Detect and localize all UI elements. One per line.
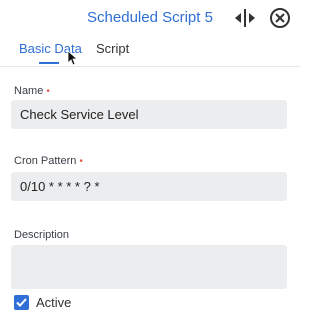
resize-horizontal-icon — [235, 9, 255, 27]
cron-required-mark: • — [79, 156, 83, 167]
name-label: Name • — [14, 85, 50, 97]
panel-header: Scheduled Script 5 — [0, 0, 300, 36]
active-checkbox[interactable] — [14, 295, 29, 310]
description-field[interactable] — [11, 245, 287, 289]
cron-pattern-label: Cron Pattern • — [14, 155, 83, 167]
tab-script[interactable]: Script — [96, 41, 129, 56]
scheduled-script-panel: Scheduled Script 5 Basic Data Script Nam… — [0, 0, 300, 325]
name-field[interactable]: Check Service Level — [11, 100, 287, 129]
tabs-divider — [0, 66, 300, 67]
close-circle-icon — [270, 8, 290, 28]
description-label: Description — [14, 229, 70, 241]
resize-button[interactable] — [234, 8, 256, 28]
active-checkbox-label[interactable]: Active — [36, 295, 71, 310]
tab-bar: Basic Data Script — [0, 36, 300, 67]
tab-basic-data[interactable]: Basic Data — [19, 41, 82, 56]
active-tab-indicator — [39, 62, 59, 64]
cron-pattern-label-text: Cron Pattern — [14, 155, 77, 167]
close-button[interactable] — [269, 7, 291, 29]
checkmark-icon — [16, 298, 27, 307]
name-required-mark: • — [46, 86, 50, 97]
cron-pattern-field[interactable]: 0/10 * * * * ? * — [11, 172, 287, 201]
name-label-text: Name — [14, 85, 44, 97]
